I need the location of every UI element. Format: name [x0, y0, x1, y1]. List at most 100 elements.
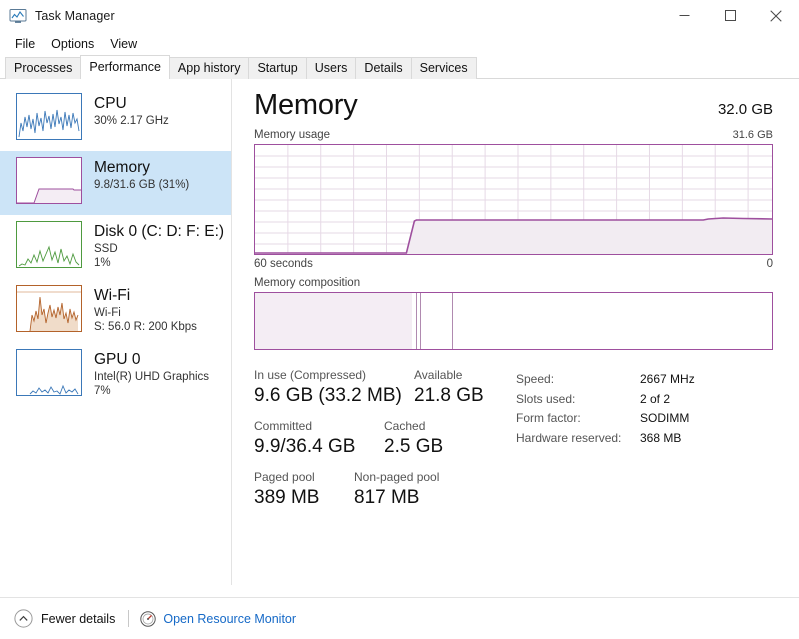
menu-file[interactable]: File: [8, 35, 42, 53]
resource-monitor-icon: [140, 610, 157, 627]
info-row-speed: Speed: 2667 MHz: [516, 370, 695, 390]
composition-divider-2: [419, 293, 421, 349]
menu-options[interactable]: Options: [44, 35, 101, 53]
sidebar-wifi-text: Wi-Fi Wi-Fi S: 56.0 R: 200 Kbps: [94, 285, 197, 334]
tab-services[interactable]: Services: [410, 57, 477, 79]
memory-composition-bar[interactable]: [254, 292, 773, 350]
tab-performance[interactable]: Performance: [80, 55, 170, 79]
stat-cached-key: Cached: [384, 419, 426, 433]
stat-paged-pool-key: Paged pool: [254, 470, 315, 484]
usage-graph-header: Memory usage 31.6 GB: [254, 129, 773, 141]
sidebar-item-cpu[interactable]: CPU 30% 2.17 GHz: [0, 87, 231, 151]
info-row-hardware-reserved: Hardware reserved: 368 MB: [516, 429, 695, 449]
tab-bar: Processes Performance App history Startu…: [0, 55, 799, 79]
sidebar-cpu-line1: 30% 2.17 GHz: [94, 115, 169, 127]
task-manager-window: Task Manager File Options View Processes…: [0, 0, 799, 639]
total-memory-label: 32.0 GB: [717, 101, 773, 118]
sidebar-gpu-line1: Intel(R) UHD Graphics: [94, 371, 210, 383]
memory-detail-pane: Memory 32.0 GB Memory usage 31.6 GB 60 s…: [232, 79, 799, 585]
maximize-button[interactable]: [707, 0, 753, 31]
page-title: Memory: [254, 89, 358, 121]
stat-in-use-value: 9.6 GB (33.2 MB): [254, 385, 402, 406]
composition-label: Memory composition: [254, 277, 361, 289]
tab-app-history[interactable]: App history: [168, 57, 250, 79]
stat-cached-value: 2.5 GB: [384, 436, 444, 457]
stat-paged-pool-value: 389 MB: [254, 487, 320, 508]
stat-row-pools: Paged pool 389 MB Non-paged pool 817 MB: [254, 470, 516, 510]
status-bar: Fewer details Open Resource Monitor: [0, 597, 799, 639]
stat-nonpaged-pool: Non-paged pool 817 MB: [354, 470, 439, 510]
info-slots-key: Slots used:: [516, 391, 576, 406]
close-button[interactable]: [753, 0, 799, 31]
sidebar-wifi-title: Wi-Fi: [94, 287, 131, 304]
stat-row-inuse-available: In use (Compressed) 9.6 GB (33.2 MB) Ava…: [254, 368, 516, 408]
sidebar-item-wifi[interactable]: Wi-Fi Wi-Fi S: 56.0 R: 200 Kbps: [0, 279, 231, 343]
window-controls: [661, 0, 799, 32]
info-row-form-factor: Form factor: SODIMM: [516, 409, 695, 429]
info-speed-key: Speed:: [516, 372, 555, 386]
composition-divider-3: [452, 293, 454, 349]
sidebar-disk-text: Disk 0 (C: D: F: E:) SSD 1%: [94, 221, 225, 270]
stat-cached: Cached 2.5 GB: [384, 419, 443, 459]
usage-graph-axis: 60 seconds 0: [254, 258, 773, 270]
info-speed-value: 2667 MHz: [640, 372, 695, 386]
wifi-graph-thumbnail: [16, 285, 82, 332]
memory-stats: In use (Compressed) 9.6 GB (33.2 MB) Ava…: [254, 368, 773, 521]
info-row-slots: Slots used: 2 of 2: [516, 390, 695, 410]
gpu-graph-thumbnail: [16, 349, 82, 396]
sidebar-disk-line2: 1%: [94, 257, 111, 269]
stat-nonpaged-pool-key: Non-paged pool: [354, 470, 440, 484]
memory-graph-thumbnail: [16, 157, 82, 204]
open-resource-monitor-link[interactable]: Open Resource Monitor: [140, 610, 297, 627]
memory-usage-graph: [254, 144, 773, 255]
tab-processes[interactable]: Processes: [5, 57, 82, 79]
sidebar-memory-title: Memory: [94, 159, 150, 176]
title-bar: Task Manager: [0, 0, 799, 32]
sidebar-item-disk0[interactable]: Disk 0 (C: D: F: E:) SSD 1%: [0, 215, 231, 279]
info-form-factor-value: SODIMM: [640, 411, 690, 425]
sidebar-disk-title: Disk 0 (C: D: F: E:): [94, 223, 225, 240]
window-title: Task Manager: [35, 9, 115, 23]
composition-divider-1: [416, 293, 418, 349]
sidebar-item-gpu0[interactable]: GPU 0 Intel(R) UHD Graphics 7%: [0, 343, 231, 407]
sidebar-gpu-text: GPU 0 Intel(R) UHD Graphics 7%: [94, 349, 209, 398]
fewer-details-label: Fewer details: [41, 611, 116, 626]
resource-monitor-label: Open Resource Monitor: [163, 611, 297, 626]
tab-users[interactable]: Users: [305, 57, 357, 79]
tab-startup[interactable]: Startup: [248, 57, 307, 79]
usage-graph-max: 31.6 GB: [732, 129, 773, 141]
sidebar-gpu-title: GPU 0: [94, 351, 141, 368]
memory-hardware-info: Speed: 2667 MHz Slots used: 2 of 2 Form …: [516, 368, 695, 521]
stat-in-use: In use (Compressed) 9.6 GB (33.2 MB): [254, 368, 414, 408]
stat-row-committed-cached: Committed 9.9/36.4 GB Cached 2.5 GB: [254, 419, 516, 459]
tab-details[interactable]: Details: [355, 57, 412, 79]
stat-paged-pool: Paged pool 389 MB: [254, 470, 354, 510]
cpu-graph-thumbnail: [16, 93, 82, 140]
stat-available: Available 21.8 GB: [414, 368, 484, 408]
footer-separator: [128, 610, 130, 627]
sidebar-memory-text: Memory 9.8/31.6 GB (31%): [94, 157, 189, 192]
sidebar-memory-line1: 9.8/31.6 GB (31%): [94, 179, 190, 191]
memory-header: Memory 32.0 GB: [254, 89, 773, 122]
sidebar-cpu-text: CPU 30% 2.17 GHz: [94, 93, 169, 128]
sidebar-cpu-title: CPU: [94, 95, 127, 112]
stat-available-key: Available: [414, 368, 463, 382]
sidebar-wifi-line2: S: 56.0 R: 200 Kbps: [94, 321, 197, 333]
stat-available-value: 21.8 GB: [414, 385, 484, 406]
sidebar-wifi-line1: Wi-Fi: [94, 307, 121, 319]
info-hardware-reserved-value: 368 MB: [640, 430, 682, 445]
sidebar-disk-line1: SSD: [94, 243, 118, 255]
axis-left-label: 60 seconds: [254, 258, 313, 270]
fewer-details-button[interactable]: Fewer details: [14, 609, 115, 628]
info-slots-value: 2 of 2: [640, 391, 671, 406]
content-area: CPU 30% 2.17 GHz Memory 9.8/31.6 GB (31%…: [0, 79, 799, 585]
resource-sidebar: CPU 30% 2.17 GHz Memory 9.8/31.6 GB (31%…: [0, 79, 232, 585]
menu-bar: File Options View: [0, 32, 799, 55]
stat-committed-value: 9.9/36.4 GB: [254, 436, 356, 457]
minimize-button[interactable]: [661, 0, 707, 31]
menu-view[interactable]: View: [103, 35, 144, 53]
stat-nonpaged-pool-value: 817 MB: [354, 487, 420, 508]
task-manager-icon: [9, 8, 27, 24]
sidebar-item-memory[interactable]: Memory 9.8/31.6 GB (31%): [0, 151, 231, 215]
info-hardware-reserved-key: Hardware reserved:: [516, 430, 622, 445]
